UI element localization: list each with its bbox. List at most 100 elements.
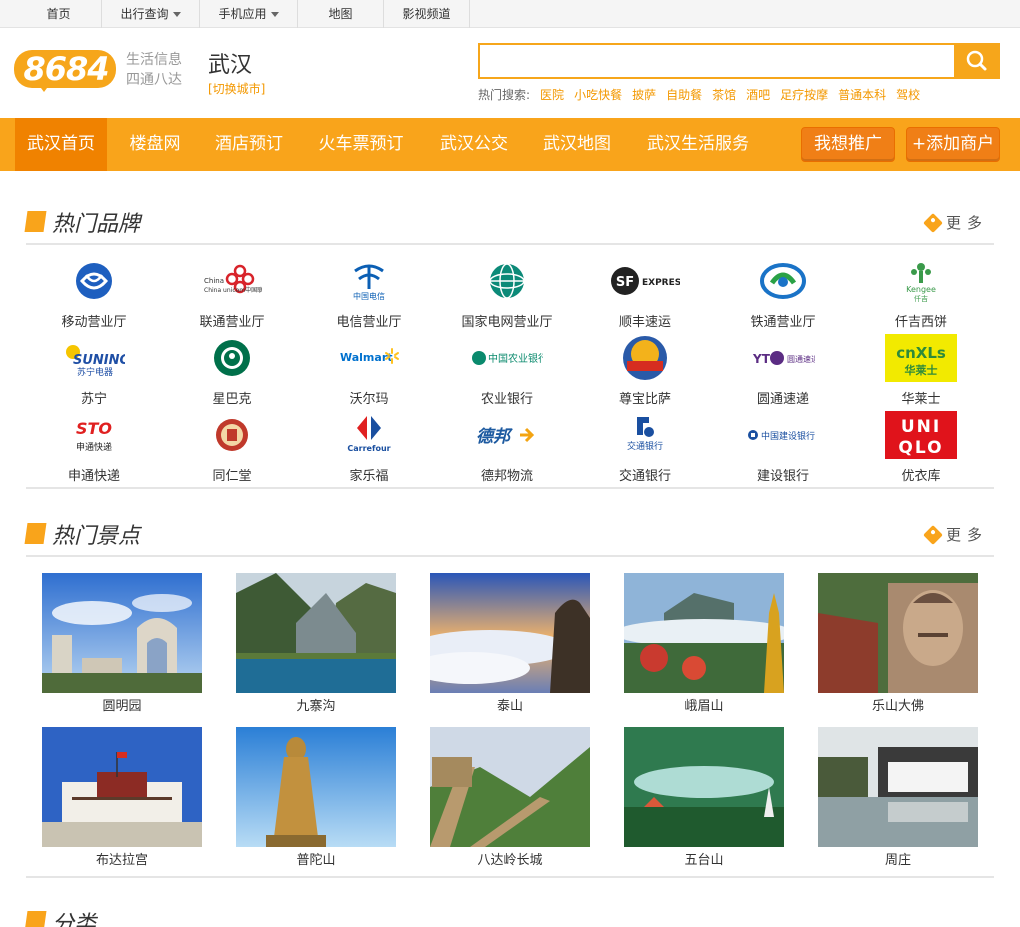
brand-item[interactable]: 同仁堂 (163, 411, 301, 487)
nav-item-map[interactable]: 武汉地图 (531, 118, 623, 171)
brand-item[interactable]: 移动营业厅 (25, 257, 163, 333)
brand-item[interactable]: 星巴克 (163, 334, 301, 410)
spot-item[interactable]: 普陀山 (236, 727, 396, 868)
brands-section-header: 热门品牌 更多 (24, 204, 994, 238)
suning-logo: SUNING 苏宁电器 (58, 334, 130, 382)
top-nav-travel-query-label: 出行查询 (120, 7, 169, 21)
nav-item-hotel[interactable]: 酒店预订 (203, 118, 295, 171)
spot-item[interactable]: 峨眉山 (624, 573, 784, 714)
hot-keyword[interactable]: 普通本科 (838, 86, 886, 103)
ccb-logo: 中国建设银行 (747, 411, 819, 459)
spot-photo (818, 727, 978, 847)
top-nav-map[interactable]: 地图 (298, 0, 384, 28)
top-nav-mobile-apps[interactable]: 手机应用 (200, 0, 298, 28)
brand-item[interactable]: 铁通营业厅 (714, 257, 852, 333)
spot-photo (818, 573, 978, 693)
spot-name: 周庄 (884, 853, 911, 868)
brand-item[interactable]: 国家电网营业厅 (438, 257, 576, 333)
brand-item[interactable]: YT 圆通速递 圆通速递 (714, 334, 852, 410)
brand-name: 移动营业厅 (61, 315, 127, 330)
nav-item-bus[interactable]: 武汉公交 (427, 118, 521, 171)
brand-item[interactable]: cnXLs 华莱士 华莱士 (852, 334, 990, 410)
svg-text:UNI: UNI (901, 417, 941, 437)
spot-name: 九寨沟 (296, 699, 336, 714)
brand-item[interactable]: 德邦 德邦物流 (438, 411, 576, 487)
nav-item-train-tickets[interactable]: 火车票预订 (305, 118, 417, 171)
switch-city-link[interactable]: [切换城市] (208, 80, 265, 97)
hot-keyword[interactable]: 披萨 (632, 86, 656, 103)
chevron-down-icon (172, 11, 181, 17)
brand-item[interactable]: 中国电信 电信营业厅 (300, 257, 438, 333)
top-bar: 首页 出行查询 手机应用 地图 影视频道 (0, 0, 1020, 28)
brand-name: 国家电网营业厅 (461, 315, 553, 330)
search-button[interactable] (954, 43, 1000, 79)
nav-item-life-services[interactable]: 武汉生活服务 (633, 118, 763, 171)
svg-text:SF: SF (616, 275, 634, 290)
brand-name: 德邦物流 (480, 469, 533, 484)
brand-item[interactable]: SF EXPRESS 顺丰速运 (576, 257, 714, 333)
brand-item[interactable]: UNI QLO 优衣库 (852, 411, 990, 487)
spot-photo (430, 727, 590, 847)
spot-item[interactable]: 五台山 (624, 727, 784, 868)
hot-keyword[interactable]: 酒吧 (746, 86, 770, 103)
spot-item[interactable]: 泰山 (430, 573, 590, 714)
tag-icon (923, 212, 943, 233)
brand-item[interactable]: Carrefour 家乐福 (300, 411, 438, 487)
brand-item[interactable]: 交通银行 交通银行 (576, 411, 714, 487)
hot-keyword[interactable]: 小吃快餐 (574, 86, 622, 103)
logo-text: 8684 (23, 50, 109, 88)
add-merchant-button[interactable]: +添加商户 (906, 127, 1000, 162)
spot-name: 布达拉宫 (95, 853, 148, 868)
section-title: 热门品牌 (52, 212, 141, 237)
spot-item[interactable]: 乐山大佛 (818, 573, 978, 714)
brand-name: 尊宝比萨 (618, 392, 671, 407)
spot-photo (624, 727, 784, 847)
slogan-line-2: 四通八达 (126, 72, 182, 88)
uniqlo-logo: UNI QLO (885, 411, 957, 459)
spot-item[interactable]: 圆明园 (42, 573, 202, 714)
brands-more-link[interactable]: 更多 (923, 212, 988, 233)
spots-section-header: 热门景点 更多 (24, 516, 994, 550)
nav-item-home[interactable]: 武汉首页 (15, 118, 107, 171)
top-nav-map-label: 地图 (328, 7, 353, 21)
top-nav: 首页 出行查询 手机应用 地图 影视频道 (16, 0, 470, 28)
hot-keyword[interactable]: 驾校 (896, 86, 920, 103)
promote-button[interactable]: 我想推广 (801, 127, 895, 162)
brand-item[interactable]: 中国建设银行 建设银行 (714, 411, 852, 487)
spot-photo (42, 573, 202, 693)
svg-text:China: China (204, 277, 224, 285)
brand-item[interactable]: SUNING 苏宁电器 苏宁 (25, 334, 163, 410)
svg-text:China unicom中国联通: China unicom中国联通 (204, 286, 262, 294)
section-marker (24, 211, 47, 232)
section-marker (24, 911, 47, 927)
divider (26, 876, 994, 878)
brand-item[interactable]: Kengee 仟吉 仟吉西饼 (852, 257, 990, 333)
spot-photo (236, 573, 396, 693)
hot-keyword[interactable]: 医院 (540, 86, 564, 103)
spots-more-link[interactable]: 更多 (923, 524, 988, 545)
hot-keyword[interactable]: 茶馆 (712, 86, 736, 103)
spot-item[interactable]: 八达岭长城 (430, 727, 590, 868)
more-label: 更多 (945, 526, 988, 544)
brand-item[interactable]: 尊宝比萨 (576, 334, 714, 410)
spot-item[interactable]: 布达拉宫 (42, 727, 202, 868)
carrefour-logo: Carrefour (333, 411, 405, 459)
brand-item[interactable]: Walmart 沃尔玛 (300, 334, 438, 410)
nav-item-real-estate[interactable]: 楼盘网 (117, 118, 193, 171)
top-nav-video[interactable]: 影视频道 (384, 0, 470, 28)
spot-item[interactable]: 周庄 (818, 727, 978, 868)
divider (26, 555, 994, 557)
search-input[interactable] (478, 43, 955, 79)
top-nav-home[interactable]: 首页 (16, 0, 102, 28)
brand-item[interactable]: ChinaChina unicom中国联通 联通营业厅 (163, 257, 301, 333)
top-nav-travel-query[interactable]: 出行查询 (102, 0, 200, 28)
hot-keyword[interactable]: 自助餐 (666, 86, 702, 103)
brand-item[interactable]: 中国农业银行 农业银行 (438, 334, 576, 410)
brand-item[interactable]: STO 申通快递 申通快递 (25, 411, 163, 487)
spot-item[interactable]: 九寨沟 (236, 573, 396, 714)
svg-text:交通银行: 交通银行 (627, 440, 663, 452)
hot-keyword[interactable]: 足疗按摩 (780, 86, 828, 103)
spot-photo (42, 727, 202, 847)
more-label: 更多 (945, 214, 988, 232)
site-logo[interactable]: 8684 (14, 46, 118, 92)
